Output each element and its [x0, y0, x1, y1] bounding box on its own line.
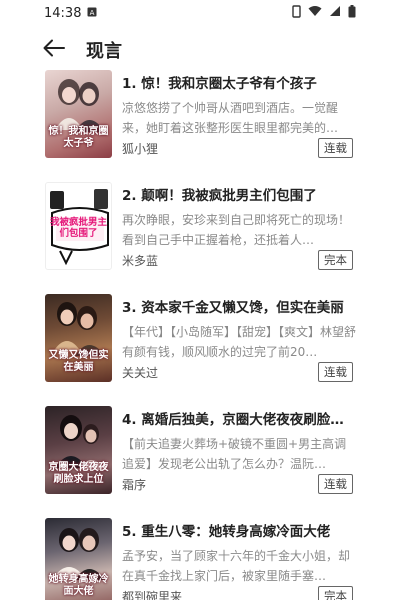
book-cover[interactable]: 我被疯批男主们包围了 [45, 182, 112, 270]
status-badge: 完本 [318, 586, 353, 600]
book-author: 狐小狸 [122, 142, 159, 156]
book-cover[interactable]: 又懒又馋但实在美丽 [45, 294, 112, 382]
cover-text: 她转身高嫁冷面大佬 [48, 574, 109, 597]
wifi-icon [308, 5, 322, 21]
sim-icon [292, 4, 301, 22]
cover-text: 惊！我和京圈太子爷 [48, 126, 109, 149]
book-item[interactable]: 我被疯批男主们包围了 2. 颠啊！我被疯批男主们包围了 再次睁眼，安珍来到自己即… [0, 180, 400, 292]
book-description: 孟予安，当了顾家十六年的千金大小姐，却在真千金找上家门后，被家里随手塞… [122, 549, 351, 583]
app-bar: 现言 [0, 30, 400, 70]
book-title[interactable]: 1. 惊！我和京圈太子爷有个孩子 [122, 72, 362, 92]
status-badge: 连载 [318, 474, 353, 494]
book-title[interactable]: 4. 离婚后独美，京圈大佬夜夜刷脸… [122, 408, 362, 428]
signal-icon [329, 5, 341, 21]
svg-text:A: A [90, 9, 95, 17]
status-badge: 连载 [318, 362, 353, 382]
book-author: 关关过 [122, 366, 159, 380]
book-title[interactable]: 3. 资本家千金又懒又馋，但实在美丽 [122, 296, 362, 316]
book-item[interactable]: 惊！我和京圈太子爷 1. 惊！我和京圈太子爷有个孩子 凉悠悠捞了个帅哥从酒吧到酒… [0, 68, 400, 180]
book-cover[interactable]: 京圈大佬夜夜刷脸求上位 [45, 406, 112, 494]
book-item[interactable]: 她转身高嫁冷面大佬 5. 重生八零：她转身高嫁冷面大佬 孟予安，当了顾家十六年的… [0, 516, 400, 600]
cover-text: 又懒又馋但实在美丽 [48, 350, 109, 373]
book-description: 再次睁眼，安珍来到自己即将死亡的现场！看到自己手中正握着枪，还抵着人… [122, 213, 351, 247]
status-badge: 完本 [318, 250, 353, 270]
book-item[interactable]: 又懒又馋但实在美丽 3. 资本家千金又懒又馋，但实在美丽 【年代】【小岛随军】【… [0, 292, 400, 404]
book-title[interactable]: 5. 重生八零：她转身高嫁冷面大佬 [122, 520, 362, 540]
status-time: 14:38 [44, 5, 82, 21]
book-description: 【年代】【小岛随军】【甜宠】【爽文】林望舒有颜有钱，顺风顺水的过完了前20… [122, 325, 357, 359]
book-cover[interactable]: 惊！我和京圈太子爷 [45, 70, 112, 158]
status-badge: 连载 [318, 138, 353, 158]
book-cover[interactable]: 她转身高嫁冷面大佬 [45, 518, 112, 600]
back-button[interactable] [40, 36, 68, 64]
status-bar: 14:38 A [0, 0, 400, 26]
book-item[interactable]: 京圈大佬夜夜刷脸求上位 4. 离婚后独美，京圈大佬夜夜刷脸… 【前夫追妻火葬场+… [0, 404, 400, 516]
book-title[interactable]: 2. 颠啊！我被疯批男主们包围了 [122, 184, 362, 204]
book-author: 米多蓝 [122, 254, 159, 268]
cover-text: 我被疯批男主们包围了 [49, 217, 107, 239]
page-title: 现言 [86, 41, 122, 62]
battery-icon [348, 4, 356, 22]
arrow-left-icon [43, 39, 65, 61]
book-author: 都到碗里来 [122, 590, 183, 600]
cover-text: 京圈大佬夜夜刷脸求上位 [48, 462, 109, 485]
book-author: 霜序 [122, 478, 147, 492]
book-description: 【前夫追妻火葬场+破镜不重圆+男主高调追爱】发现老公出轨了怎么办？温阮… [122, 437, 347, 471]
notification-a-icon: A [87, 6, 97, 21]
book-description: 凉悠悠捞了个帅哥从酒吧到酒店。一觉醒来，她盯着这张整形医生眼里都完美的… [122, 101, 339, 135]
